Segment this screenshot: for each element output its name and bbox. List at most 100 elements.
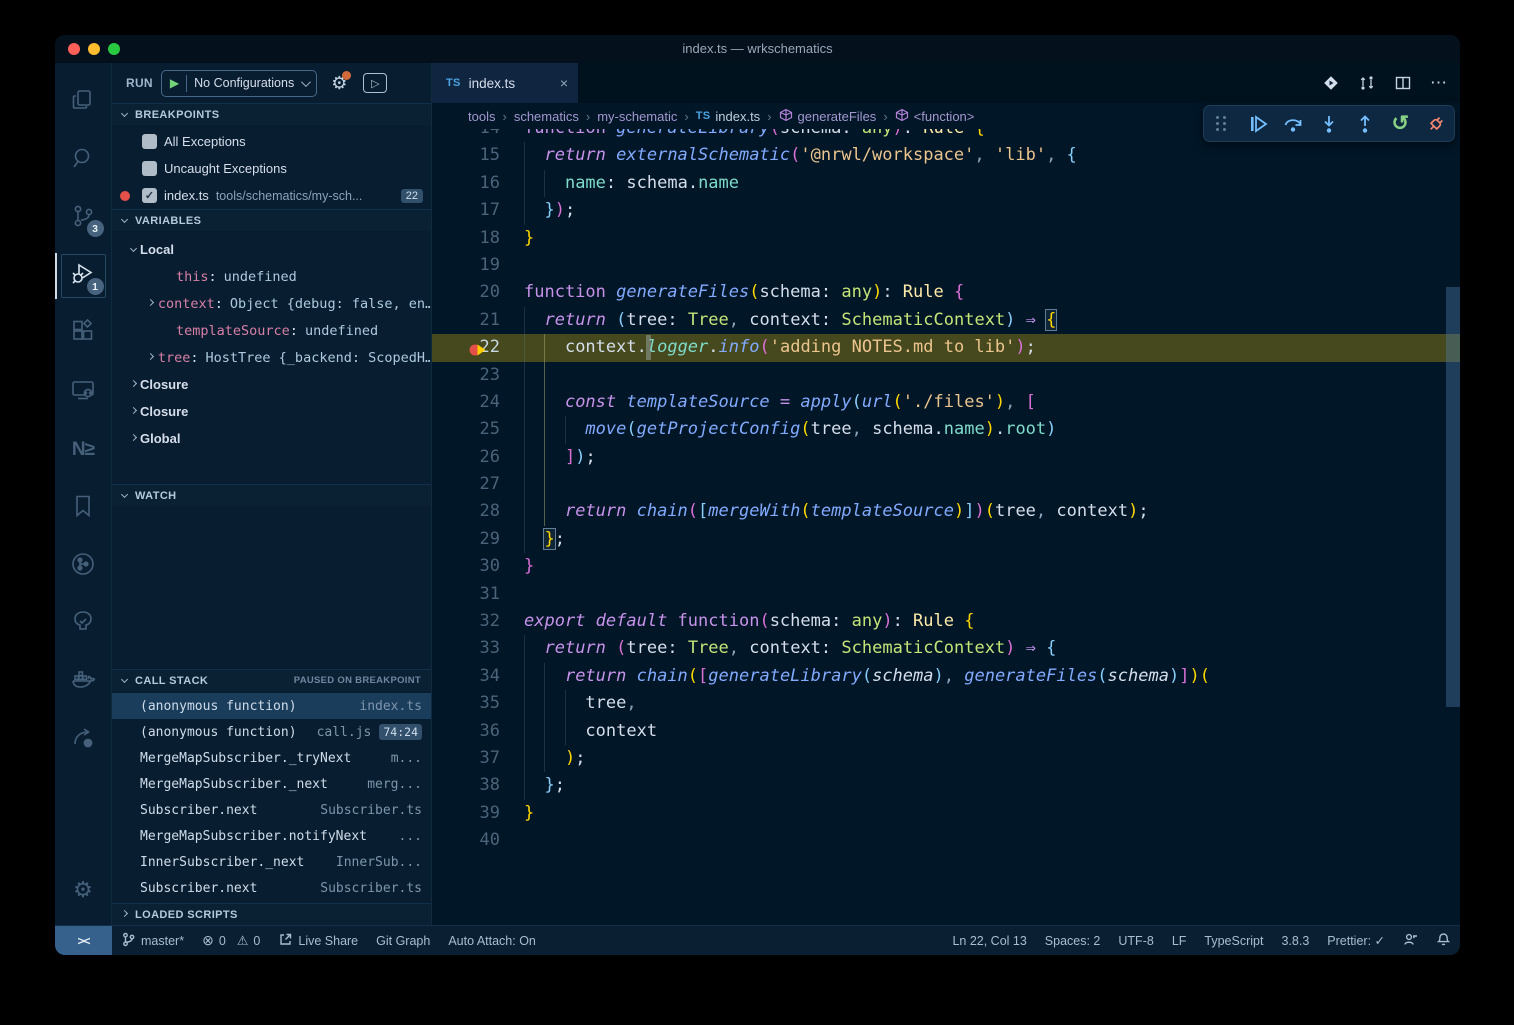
- step-into-button[interactable]: [1315, 110, 1343, 138]
- status-ts-version[interactable]: 3.8.3: [1272, 926, 1318, 955]
- activity-item-docker[interactable]: [55, 653, 112, 711]
- call-stack-frame[interactable]: (anonymous function)call.js74:24: [112, 719, 431, 745]
- continue-button[interactable]: [1244, 110, 1272, 138]
- restart-button[interactable]: ↺: [1386, 110, 1414, 138]
- code-line-23[interactable]: 23: [432, 362, 1460, 389]
- call-stack-frame[interactable]: Subscriber.nextSubscriber.ts: [112, 797, 431, 823]
- breakpoint-checkbox[interactable]: [142, 134, 157, 149]
- status-git-branch[interactable]: master*: [112, 926, 193, 955]
- code-line-35[interactable]: 35 tree,: [432, 690, 1460, 717]
- line-number[interactable]: 40: [432, 827, 500, 854]
- breadcrumb-item-function[interactable]: <function>: [895, 108, 975, 125]
- breadcrumb-item-tools[interactable]: tools: [468, 109, 495, 124]
- line-number[interactable]: 20: [432, 279, 500, 306]
- activity-item-run-and-debug[interactable]: 1: [55, 247, 112, 305]
- variable-scope-row[interactable]: Local: [112, 236, 431, 263]
- activity-item-git-graph[interactable]: [55, 537, 112, 595]
- split-editor-icon[interactable]: [1394, 74, 1412, 92]
- status-encoding[interactable]: UTF-8: [1109, 926, 1162, 955]
- variables-section-header[interactable]: VARIABLES: [112, 209, 431, 231]
- code-line-17[interactable]: 17 });: [432, 197, 1460, 224]
- code-line-15[interactable]: 15 return externalSchematic('@nrwl/works…: [432, 142, 1460, 169]
- activity-item-explorer[interactable]: [55, 73, 112, 131]
- status-auto-attach[interactable]: Auto Attach: On: [439, 926, 545, 955]
- breadcrumb-item-myschematic[interactable]: my-schematic: [597, 109, 677, 124]
- line-number[interactable]: 24: [432, 389, 500, 416]
- code-line-37[interactable]: 37 );: [432, 745, 1460, 772]
- variable-row[interactable]: tree:HostTree {_backend: ScopedH…: [112, 344, 431, 371]
- line-number[interactable]: 28: [432, 498, 500, 525]
- activity-item-live-share[interactable]: [55, 711, 112, 769]
- line-number[interactable]: 16: [432, 170, 500, 197]
- line-number[interactable]: 17: [432, 197, 500, 224]
- status-cursor-position[interactable]: Ln 22, Col 13: [943, 926, 1035, 955]
- line-number[interactable]: 37: [432, 745, 500, 772]
- status-live-share[interactable]: Live Share: [269, 926, 367, 955]
- code-line-30[interactable]: 30}: [432, 553, 1460, 580]
- code-line-39[interactable]: 39}: [432, 800, 1460, 827]
- line-number[interactable]: 39: [432, 800, 500, 827]
- variable-row[interactable]: this:undefined: [112, 263, 431, 290]
- start-debugging-icon[interactable]: ▶: [170, 76, 179, 90]
- code-line-16[interactable]: 16 name: schema.name: [432, 170, 1460, 197]
- breadcrumb-item-indexts[interactable]: TSindex.ts: [696, 109, 760, 124]
- line-number[interactable]: 15: [432, 142, 500, 169]
- line-number[interactable]: 30: [432, 553, 500, 580]
- variable-row[interactable]: templateSource:undefined: [112, 317, 431, 344]
- code-line-32[interactable]: 32export default function(schema: any): …: [432, 608, 1460, 635]
- call-stack-frame[interactable]: MergeMapSubscriber.notifyNext...: [112, 823, 431, 849]
- variable-scope-row[interactable]: Closure: [112, 398, 431, 425]
- breadcrumb-item-generateFiles[interactable]: generateFiles: [779, 108, 877, 125]
- line-number[interactable]: 36: [432, 718, 500, 745]
- call-stack-section-header[interactable]: CALL STACK PAUSED ON BREAKPOINT: [112, 669, 431, 691]
- code-line-34[interactable]: 34 return chain([generateLibrary(schema)…: [432, 663, 1460, 690]
- code-line-24[interactable]: 24 const templateSource = apply(url('./f…: [432, 389, 1460, 416]
- code-line-40[interactable]: 40: [432, 827, 1460, 854]
- code-line-27[interactable]: 27: [432, 471, 1460, 498]
- line-number[interactable]: 25: [432, 416, 500, 443]
- breakpoints-section-header[interactable]: BREAKPOINTS: [112, 103, 431, 125]
- code-line-22[interactable]: 22 context.logger.info('adding NOTES.md …: [432, 334, 1460, 361]
- activity-item-settings[interactable]: ⚙: [55, 861, 112, 919]
- remote-indicator[interactable]: ><: [55, 926, 112, 955]
- status-eol[interactable]: LF: [1163, 926, 1196, 955]
- code-line-36[interactable]: 36 context: [432, 718, 1460, 745]
- call-stack-frame[interactable]: Subscriber.nextSubscriber.ts: [112, 875, 431, 901]
- call-stack-frame[interactable]: InnerSubscriber._nextInnerSub...: [112, 849, 431, 875]
- code-line-31[interactable]: 31: [432, 581, 1460, 608]
- line-number[interactable]: 27: [432, 471, 500, 498]
- code-line-26[interactable]: 26 ]);: [432, 444, 1460, 471]
- breadcrumb-item-schematics[interactable]: schematics: [514, 109, 579, 124]
- code-line-25[interactable]: 25 move(getProjectConfig(tree, schema.na…: [432, 416, 1460, 443]
- call-stack-frame[interactable]: (anonymous function)index.ts: [112, 693, 431, 719]
- variable-row[interactable]: context:Object {debug: false, en…: [112, 290, 431, 317]
- configure-launch-button[interactable]: ⚙: [331, 73, 347, 94]
- code-line-20[interactable]: 20function generateFiles(schema: any): R…: [432, 279, 1460, 306]
- code-line-28[interactable]: 28 return chain([mergeWith(templateSourc…: [432, 498, 1460, 525]
- launch-configuration-dropdown[interactable]: ▶ No Configurations: [161, 70, 317, 97]
- activity-item-testing[interactable]: [55, 595, 112, 653]
- status-feedback[interactable]: [1394, 926, 1427, 955]
- line-number[interactable]: 19: [432, 252, 500, 279]
- watch-section-header[interactable]: WATCH: [112, 484, 431, 506]
- status-notifications[interactable]: [1427, 926, 1460, 955]
- line-number[interactable]: 35: [432, 690, 500, 717]
- disconnect-button[interactable]: [1422, 110, 1450, 138]
- line-number[interactable]: 18: [432, 225, 500, 252]
- code-line-29[interactable]: 29 };: [432, 526, 1460, 553]
- tab-index-ts[interactable]: TS index.ts ×: [432, 63, 578, 103]
- line-number[interactable]: 38: [432, 772, 500, 799]
- code-line-19[interactable]: 19: [432, 252, 1460, 279]
- status-prettier[interactable]: Prettier: ✓: [1318, 926, 1394, 955]
- step-over-button[interactable]: [1279, 110, 1307, 138]
- activity-item-bookmarks[interactable]: [55, 479, 112, 537]
- status-indentation[interactable]: Spaces: 2: [1036, 926, 1110, 955]
- call-stack-frame[interactable]: MergeMapSubscriber._tryNextm...: [112, 745, 431, 771]
- line-number[interactable]: 26: [432, 444, 500, 471]
- open-changes-icon[interactable]: [1322, 74, 1340, 92]
- code-line-18[interactable]: 18}: [432, 225, 1460, 252]
- line-number[interactable]: 34: [432, 663, 500, 690]
- breakpoint-row[interactable]: ✓index.tstools/schematics/my-sch...22: [112, 182, 431, 209]
- line-number[interactable]: 32: [432, 608, 500, 635]
- activity-item-nx-console[interactable]: N≥: [55, 421, 112, 479]
